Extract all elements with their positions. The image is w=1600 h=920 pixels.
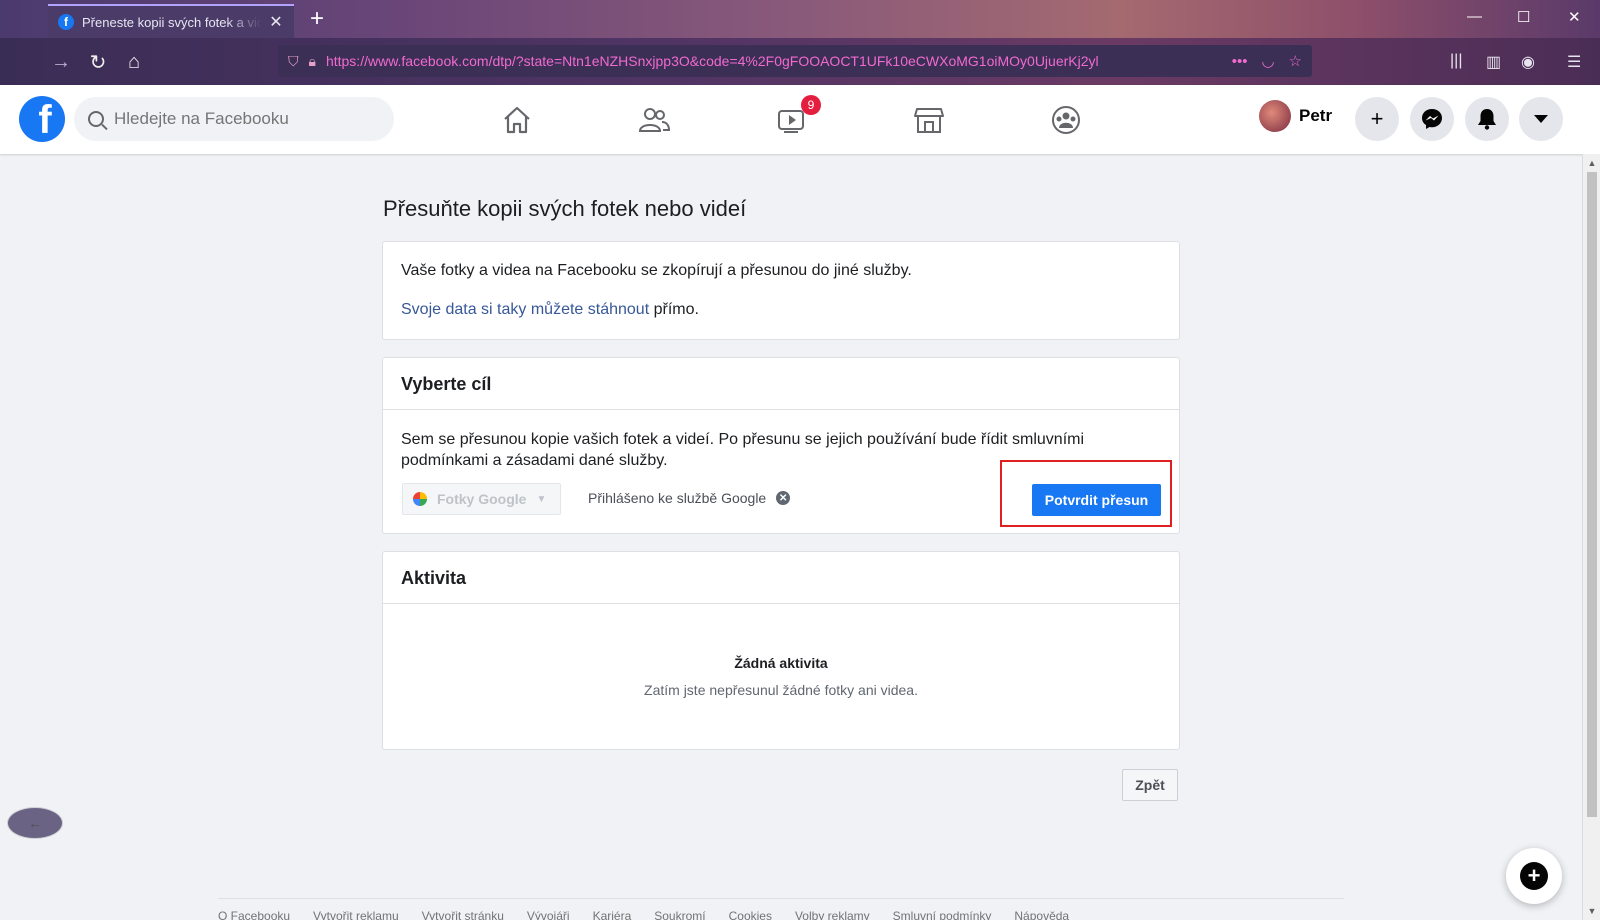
download-data-link[interactable]: Svoje data si taky můžete stáhnout xyxy=(401,301,649,318)
caret-down-icon xyxy=(1534,115,1548,123)
home-nav-icon[interactable] xyxy=(501,105,533,135)
page-title: Přesuňte kopii svých fotek nebo videí xyxy=(383,196,747,221)
search-icon xyxy=(88,111,104,127)
footer-link[interactable]: Vývojáři xyxy=(527,909,570,920)
bookmark-star-icon[interactable]: ☆ xyxy=(1289,52,1302,70)
facebook-header: f 9 Petr + xyxy=(0,85,1600,154)
search-box[interactable] xyxy=(74,97,394,141)
sidebar-icon[interactable]: ▥ xyxy=(1486,52,1501,72)
groups-nav-icon[interactable] xyxy=(1050,105,1082,135)
footer-link[interactable]: O Facebooku xyxy=(218,909,290,920)
page-scrollbar[interactable]: ▲ ▼ xyxy=(1582,154,1600,920)
empty-activity-subtitle: Zatím jste nepřesunul žádné fotky ani vi… xyxy=(644,682,918,698)
activity-header: Aktivita xyxy=(383,552,1179,604)
footer-link[interactable]: Vytvořit stránku xyxy=(422,909,504,920)
library-icon[interactable]: ||| xyxy=(1450,52,1462,70)
signed-in-text: Přihlášeno ke službě Google xyxy=(588,490,767,506)
service-select-value: Fotky Google xyxy=(437,491,527,507)
activity-card: Aktivita Žádná aktivita Zatím jste nepře… xyxy=(382,551,1180,750)
download-suffix: přímo. xyxy=(649,301,699,318)
pocket-icon[interactable]: ◡ xyxy=(1261,52,1274,70)
scrollbar-thumb[interactable] xyxy=(1587,172,1597,817)
destination-header: Vyberte cíl xyxy=(383,358,1179,410)
info-card: Vaše fotky a videa na Facebooku se zkopí… xyxy=(382,241,1180,340)
friends-nav-icon[interactable] xyxy=(638,105,670,135)
facebook-logo[interactable]: f xyxy=(19,96,65,142)
marketplace-nav-icon[interactable] xyxy=(913,105,945,135)
maximize-icon[interactable]: ☐ xyxy=(1517,8,1530,26)
signed-in-status: Přihlášeno ke službě Google ✕ xyxy=(588,490,791,506)
address-bar[interactable]: ⛉ 🔒︎ https://www.facebook.com/dtp/?state… xyxy=(278,45,1312,77)
footer-link[interactable]: Soukromí xyxy=(654,909,705,920)
watch-notification-badge: 9 xyxy=(801,95,821,115)
new-tab-button[interactable]: + xyxy=(310,6,324,32)
footer-link[interactable]: Smluvní podmínky xyxy=(893,909,992,920)
profile-button[interactable]: Petr xyxy=(1259,100,1332,132)
messenger-glyph-icon xyxy=(1422,109,1442,129)
sign-out-close-icon[interactable]: ✕ xyxy=(776,491,791,505)
confirm-transfer-button[interactable]: Potvrdit přesun xyxy=(1032,484,1161,516)
info-text: Vaše fotky a videa na Facebooku se zkopí… xyxy=(401,262,912,279)
facebook-favicon-icon: f xyxy=(58,14,74,30)
scroll-up-icon[interactable]: ▲ xyxy=(1583,158,1600,168)
browser-nav-bar: ← → ↻ ⌂ ⛉ 🔒︎ https://www.facebook.com/dt… xyxy=(0,38,1600,839)
back-arrow-icon[interactable]: ← xyxy=(7,807,63,839)
page-actions-icon[interactable]: ••• xyxy=(1232,53,1248,70)
lock-icon[interactable]: 🔒︎ xyxy=(309,53,316,70)
browser-tab-bar: f Přeneste kopii svých fotek a videí ✕ +… xyxy=(0,0,1600,38)
footer-link[interactable]: Vytvořit reklamu xyxy=(313,909,399,920)
destination-description: Sem se přesunou kopie vašich fotek a vid… xyxy=(401,431,1085,469)
account-menu-chevron-down-icon[interactable] xyxy=(1519,97,1563,141)
avatar xyxy=(1259,100,1291,132)
create-plus-icon[interactable]: + xyxy=(1355,97,1399,141)
url-text[interactable]: https://www.facebook.com/dtp/?state=Ntn1… xyxy=(326,53,1218,69)
window-close-icon[interactable]: ✕ xyxy=(1568,8,1581,26)
footer-link[interactable]: Volby reklamy xyxy=(795,909,870,920)
minimize-icon[interactable]: — xyxy=(1467,8,1482,25)
notifications-bell-icon[interactable] xyxy=(1465,97,1509,141)
bell-glyph-icon xyxy=(1478,109,1496,130)
compose-plus-icon: + xyxy=(1520,862,1548,890)
home-icon[interactable]: ⌂ xyxy=(118,46,150,78)
hamburger-menu-icon[interactable]: ☰ xyxy=(1567,52,1581,72)
chevron-down-icon: ▼ xyxy=(536,493,547,505)
reload-icon[interactable]: ↻ xyxy=(82,46,114,78)
service-select[interactable]: Fotky Google ▼ xyxy=(402,483,561,515)
account-icon[interactable]: ◉ xyxy=(1521,52,1535,72)
scroll-down-icon[interactable]: ▼ xyxy=(1583,906,1600,916)
footer-link[interactable]: Nápověda xyxy=(1014,909,1069,920)
search-input[interactable] xyxy=(114,109,374,129)
shield-icon[interactable]: ⛉ xyxy=(288,53,299,70)
google-photos-icon xyxy=(413,492,427,506)
back-button[interactable]: Zpět xyxy=(1122,769,1178,801)
new-message-button[interactable]: + xyxy=(1506,848,1562,904)
tab-close-icon[interactable]: ✕ xyxy=(268,12,284,32)
forward-arrow-icon[interactable]: → xyxy=(45,46,77,78)
empty-activity-title: Žádná aktivita xyxy=(734,655,828,671)
footer-links: O Facebooku Vytvořit reklamu Vytvořit st… xyxy=(218,898,1344,920)
tab-title: Přeneste kopii svých fotek a videí xyxy=(82,14,262,30)
browser-tab-active[interactable]: f Přeneste kopii svých fotek a videí ✕ xyxy=(48,4,294,38)
download-line: Svoje data si taky můžete stáhnout přímo… xyxy=(401,301,1161,319)
messenger-icon[interactable] xyxy=(1410,97,1454,141)
profile-name: Petr xyxy=(1299,106,1333,125)
footer-link[interactable]: Kariéra xyxy=(593,909,632,920)
footer-link[interactable]: Cookies xyxy=(729,909,772,920)
